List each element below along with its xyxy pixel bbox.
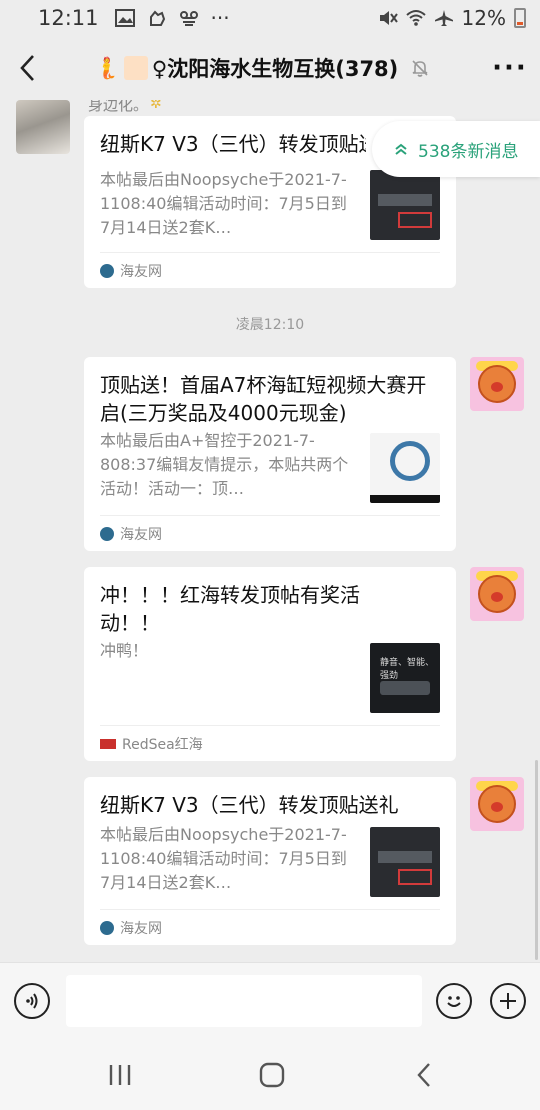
card-source-name: RedSea红海 bbox=[122, 736, 203, 753]
more-functions-button[interactable] bbox=[490, 983, 526, 1019]
voicemail-icon bbox=[179, 11, 198, 26]
mermaid-emoji: 🧜 bbox=[93, 55, 120, 80]
link-card[interactable]: 冲！！！红海转发顶帖有奖活动！！ 冲鸭！ 静音、智能、强劲 RedSea红海 bbox=[84, 567, 456, 761]
system-back-button[interactable] bbox=[404, 1060, 444, 1090]
card-thumbnail bbox=[370, 170, 440, 240]
smiley-icon bbox=[447, 996, 461, 1007]
anpanman-face-icon bbox=[478, 785, 516, 823]
card-source: RedSea红海 bbox=[100, 725, 440, 761]
peach-emoji-box bbox=[123, 56, 148, 80]
more-notifications-icon: ··· bbox=[210, 6, 230, 30]
card-source: 海友网 bbox=[100, 252, 440, 288]
emoji-button[interactable] bbox=[436, 983, 472, 1019]
my-avatar[interactable] bbox=[470, 567, 524, 621]
message-list[interactable]: 身边化。 ✲ 纽斯K7 V3（三代）转发顶贴送礼 本帖最后由Noopsyche于… bbox=[0, 100, 540, 962]
message-input[interactable] bbox=[66, 975, 422, 1027]
mute-bell-icon bbox=[412, 60, 428, 77]
group-name: ♀沈阳海水生物互换(378) bbox=[151, 57, 399, 81]
back-button[interactable] bbox=[0, 36, 54, 100]
link-card[interactable]: 纽斯K7 V3（三代）转发顶贴送礼 本帖最后由Noopsyche于2021-7-… bbox=[84, 777, 456, 945]
card-description: 本帖最后由Noopsyche于2021-7-1108:40编辑活动时间：7月5日… bbox=[100, 825, 347, 892]
voice-input-button[interactable] bbox=[14, 983, 50, 1019]
haiyou-logo-icon bbox=[100, 920, 114, 935]
voice-icon bbox=[26, 993, 38, 1009]
hand-icon bbox=[149, 10, 165, 26]
chat-header: 🧜 ♀沈阳海水生物互换(378) ··· bbox=[0, 36, 540, 100]
new-messages-button[interactable]: 538条新消息 bbox=[372, 121, 540, 177]
battery-icon bbox=[514, 8, 526, 28]
link-card[interactable]: 顶贴送！首届A7杯海缸短视频大赛开启(三万奖品及4000元现金) 本帖最后由A+… bbox=[84, 357, 456, 551]
status-bar: 12:11 ··· 12% bbox=[0, 0, 540, 36]
card-source: 海友网 bbox=[100, 515, 440, 551]
card-title: 顶贴送！首届A7杯海缸短视频大赛开启(三万奖品及4000元现金) bbox=[100, 373, 427, 425]
system-navigation-bar bbox=[0, 1040, 540, 1110]
my-avatar[interactable] bbox=[470, 777, 524, 831]
status-notification-icons: ··· bbox=[114, 6, 230, 30]
anpanman-face-icon bbox=[478, 575, 516, 613]
new-messages-label: 538条新消息 bbox=[418, 141, 519, 162]
home-icon bbox=[259, 1062, 285, 1088]
scrollbar[interactable] bbox=[535, 760, 538, 960]
haiyou-logo-icon bbox=[100, 526, 114, 541]
timestamp: 凌晨12:10 bbox=[235, 317, 305, 333]
airplane-icon bbox=[434, 10, 453, 26]
sender-avatar[interactable] bbox=[16, 100, 70, 154]
mute-icon bbox=[379, 11, 398, 25]
card-source: 海友网 bbox=[100, 909, 440, 945]
card-thumbnail bbox=[370, 433, 440, 503]
recent-apps-icon bbox=[109, 1065, 131, 1085]
card-description: 本帖最后由A+智控于2021-7-808:37编辑友情提示，本贴共两个活动！活动… bbox=[100, 431, 349, 498]
card-thumbnail: 静音、智能、强劲 bbox=[370, 643, 440, 713]
partial-message-text: 身边化。 bbox=[88, 100, 149, 114]
card-source-name: 海友网 bbox=[120, 526, 162, 543]
card-description: 冲鸭！ bbox=[100, 641, 149, 660]
image-icon bbox=[114, 9, 135, 27]
status-system-icons: 12% bbox=[378, 6, 526, 30]
card-thumbnail bbox=[370, 827, 440, 897]
my-avatar[interactable] bbox=[470, 357, 524, 411]
card-source-name: 海友网 bbox=[120, 920, 162, 937]
haiyou-logo-icon bbox=[100, 263, 114, 278]
anpanman-face-icon bbox=[478, 365, 516, 403]
chat-title: 🧜 ♀沈阳海水生物互换(378) bbox=[54, 53, 480, 83]
plus-icon bbox=[500, 993, 516, 1009]
card-title: 冲！！！红海转发顶帖有奖活动！！ bbox=[100, 583, 360, 635]
status-time: 12:11 bbox=[38, 6, 99, 30]
card-title: 纽斯K7 V3（三代）转发顶贴送礼 bbox=[100, 132, 366, 156]
card-source-name: 海友网 bbox=[120, 263, 162, 280]
card-title: 纽斯K7 V3（三代）转发顶贴送礼 bbox=[100, 793, 399, 817]
more-options-button[interactable]: ··· bbox=[480, 36, 540, 100]
battery-percent: 12% bbox=[461, 6, 506, 30]
back-arrow-icon bbox=[20, 55, 34, 81]
sun-emoji-icon: ✲ bbox=[150, 100, 162, 112]
input-bar bbox=[0, 962, 540, 1040]
card-description: 本帖最后由Noopsyche于2021-7-1108:40编辑活动时间：7月5日… bbox=[100, 170, 347, 237]
wifi-icon bbox=[405, 10, 426, 26]
system-back-icon bbox=[417, 1063, 430, 1087]
double-chevron-up-icon bbox=[395, 143, 407, 155]
thumbnail-caption: 静音、智能、强劲 bbox=[380, 658, 435, 681]
home-button[interactable] bbox=[252, 1060, 292, 1090]
recent-apps-button[interactable] bbox=[100, 1060, 140, 1090]
redsea-logo-icon bbox=[100, 738, 116, 749]
